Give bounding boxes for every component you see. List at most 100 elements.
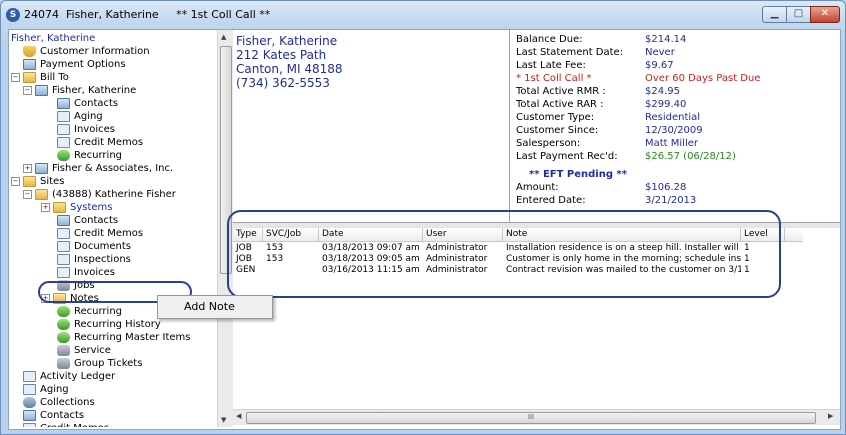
tree-item[interactable]: Credit Memos <box>23 422 109 427</box>
scroll-up-icon[interactable]: ▲ <box>221 33 226 41</box>
tree-item-label: Customer Information <box>40 46 150 57</box>
tree-item[interactable]: − Bill To <box>11 71 69 84</box>
tree-item[interactable]: Contacts <box>57 214 118 227</box>
column-header[interactable]: Level <box>741 228 785 241</box>
tree-item[interactable]: Invoices <box>57 266 115 279</box>
table-row[interactable]: JOB 153 03/18/2013 09:07 am Administrator In… <box>233 243 803 254</box>
context-menu: Add Note <box>157 295 273 319</box>
tree-item[interactable]: Recurring <box>57 305 122 318</box>
folder-icon <box>53 201 66 213</box>
collapse-icon[interactable]: − <box>23 189 32 199</box>
customer-street: 212 Kates Path <box>236 48 327 62</box>
table-row[interactable]: GEN 03/16/2013 11:15 am Administrator Contr… <box>233 265 803 276</box>
collapse-icon[interactable]: − <box>11 72 20 82</box>
column-header[interactable]: SVC/Job <box>263 228 319 241</box>
tree-item[interactable]: Aging <box>57 110 103 123</box>
scroll-down-icon[interactable]: ▼ <box>221 416 226 424</box>
collapse-icon[interactable]: − <box>11 176 20 186</box>
grid-scroll-thumb[interactable]: III <box>246 412 816 424</box>
contact-card-icon <box>35 162 48 174</box>
tree-item[interactable]: Recurring History <box>57 318 161 331</box>
tree-item[interactable]: Recurring <box>57 149 122 162</box>
tree-item-label: Contacts <box>74 215 119 226</box>
tree-item[interactable]: + Fisher & Associates, Inc. <box>23 162 173 175</box>
account-field-value: $214.14 <box>645 34 687 45</box>
tree-item-label: (43888) Katherine Fisher <box>52 189 176 200</box>
tree-item-label: Recurring <box>74 150 122 161</box>
table-cell: 03/18/2013 09:07 am <box>322 243 420 253</box>
maximize-button[interactable]: □ <box>786 6 811 23</box>
tree-item-label: Notes <box>70 293 99 304</box>
table-row[interactable]: JOB 153 03/18/2013 09:05 am Administrator Cu… <box>233 254 803 265</box>
minimize-button[interactable]: ▁ <box>762 6 787 23</box>
tree-item-label: Credit Memos <box>38 423 109 427</box>
close-button[interactable]: ✕ <box>810 6 840 23</box>
customer-name: Fisher, Katherine <box>236 34 338 48</box>
tree-item[interactable]: Credit Memos <box>57 136 143 149</box>
tree-item[interactable]: Contacts <box>23 409 84 422</box>
tree-item[interactable]: + Notes <box>41 292 99 305</box>
tree-item-label: Aging <box>74 111 103 122</box>
expand-icon[interactable]: + <box>23 163 32 173</box>
tree-item-label: Fisher, Katherine <box>52 85 137 96</box>
tree-item[interactable]: Documents <box>57 240 131 253</box>
contact-card-icon <box>57 214 70 226</box>
collapse-icon[interactable]: − <box>23 85 32 95</box>
expand-icon[interactable]: + <box>41 202 50 212</box>
person-icon <box>23 396 36 408</box>
tree-item[interactable]: Fisher, Katherine <box>9 32 95 45</box>
amount-value: $106.28 <box>645 182 687 193</box>
tree-scrollbar[interactable]: ▲ ▼ <box>217 30 233 427</box>
add-note-menu-item[interactable]: Add Note <box>184 300 235 313</box>
column-header[interactable]: Date <box>319 228 423 241</box>
column-header[interactable]: User <box>423 228 503 241</box>
account-field-value: $9.67 <box>645 60 674 71</box>
scroll-right-icon[interactable]: ▶ <box>828 412 833 420</box>
tree-item[interactable]: Credit Memos <box>57 227 143 240</box>
tree-item[interactable]: Service <box>57 344 111 357</box>
navigation-tree[interactable]: Fisher, Katherine Customer Information Pay… <box>9 30 217 427</box>
tree-item-label: Systems <box>70 202 113 213</box>
tree-item[interactable]: Activity Ledger <box>23 370 115 383</box>
recurring-icon <box>57 305 70 317</box>
document-icon <box>23 422 36 427</box>
grid-horizontal-scrollbar[interactable]: ◀ III ▶ <box>233 409 840 425</box>
entered-date-value: 3/21/2013 <box>645 195 697 206</box>
tree-item[interactable]: Recurring Master Items <box>57 331 190 344</box>
tree-item[interactable]: Group Tickets <box>57 357 142 370</box>
tree-item[interactable]: Invoices <box>57 123 115 136</box>
table-cell: 1 <box>744 254 750 264</box>
tree-item-label: Contacts <box>74 98 119 109</box>
expand-icon[interactable]: + <box>41 293 50 303</box>
document-icon <box>23 370 36 382</box>
table-cell: GEN <box>236 265 256 275</box>
contact-card-icon <box>35 84 48 96</box>
tree-item-label: Fisher & Associates, Inc. <box>52 163 174 174</box>
table-cell: Administrator <box>426 243 488 253</box>
tree-item[interactable]: − (43888) Katherine Fisher <box>23 188 176 201</box>
tree-item[interactable]: − Sites <box>11 175 64 188</box>
column-header[interactable]: Type <box>233 228 263 241</box>
table-cell: Customer is only home in the morning; sc… <box>506 254 741 264</box>
tree-scroll-thumb[interactable] <box>220 46 232 274</box>
document-icon <box>57 266 70 278</box>
tree-item[interactable]: − Fisher, Katherine <box>23 84 136 97</box>
tree-item[interactable]: Jobs <box>57 279 95 292</box>
account-field-label: Balance Due: <box>516 34 583 45</box>
table-cell <box>263 265 319 276</box>
account-field-value: Never <box>645 47 675 58</box>
scroll-left-icon[interactable]: ◀ <box>236 412 241 420</box>
folder-icon <box>23 71 36 83</box>
tree-item[interactable]: Customer Information <box>23 45 150 58</box>
notes-grid[interactable]: Type SVC/Job Date User Note Level JOB 153 03/18… <box>233 228 840 427</box>
tree-item-label: Documents <box>74 241 132 252</box>
tree-item[interactable]: Payment Options <box>23 58 126 71</box>
column-header[interactable]: Note <box>503 228 741 241</box>
tree-item[interactable]: Contacts <box>57 97 118 110</box>
tree-item[interactable]: + Systems <box>41 201 113 214</box>
title-bar[interactable]: S 24074 Fisher, Katherine ** 1st Coll Ca… <box>1 1 845 29</box>
tree-item[interactable]: Aging <box>23 383 69 396</box>
tree-item[interactable]: Collections <box>23 396 95 409</box>
tree-item[interactable]: Inspections <box>57 253 131 266</box>
shield-icon <box>23 45 36 57</box>
